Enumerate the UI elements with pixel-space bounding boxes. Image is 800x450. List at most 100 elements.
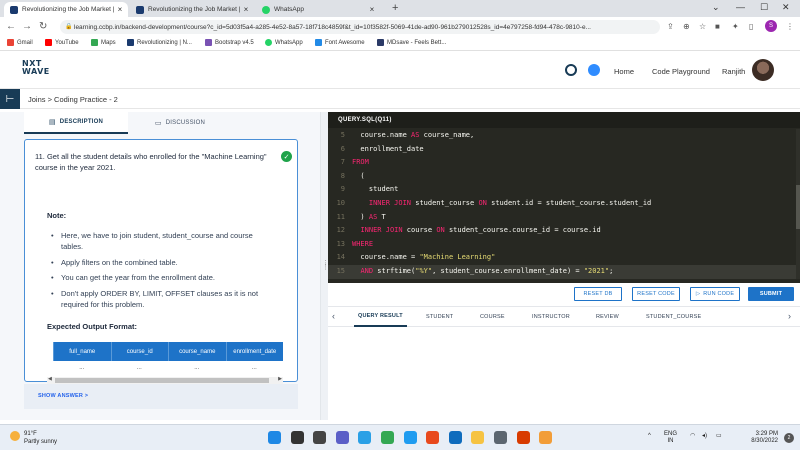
avatar[interactable] [752,59,774,81]
mail-icon[interactable] [448,431,462,444]
code-line[interactable]: 9 student [328,183,796,197]
reset-db-button[interactable]: RESET DB [574,287,622,301]
nav-code-playground[interactable]: Code Playground [652,67,710,76]
bookmark-revolutionizing[interactable]: Revolutionizing | N... [127,39,192,46]
code-text[interactable]: INNER JOIN course ON student_course.cour… [352,224,600,238]
minimize-icon[interactable]: — [736,2,745,12]
editor-scrollbar[interactable] [796,129,800,279]
zoom-icon[interactable]: ⊕ [683,22,690,31]
notification-badge[interactable]: 2 [784,433,794,443]
editor-file-tab[interactable]: QUERY.SQL(Q11) [328,112,800,128]
battery-icon[interactable]: ▭ [716,433,722,440]
code-line[interactable]: 8 ( [328,170,796,184]
bookmark-mdsave[interactable]: MDsave - Feels Bett... [377,39,446,46]
tab-description[interactable]: ▤ DESCRIPTION [24,112,128,134]
browser-tab-1[interactable]: Revolutionizing the Job Market | NxtWave… [4,2,128,17]
reload-icon[interactable]: ↻ [39,21,47,32]
bookmark-whatsapp[interactable]: WhatsApp [265,39,303,46]
volume-icon[interactable]: ◂) [702,433,707,440]
timer-icon[interactable] [565,64,577,76]
run-code-button[interactable]: ▷ RUN CODE [690,287,740,301]
code-text[interactable]: student [352,183,399,197]
tab-search-icon[interactable]: ⌄ [712,2,720,13]
window-close-icon[interactable]: ✕ [782,2,790,13]
edge-icon[interactable] [358,431,372,444]
forward-icon[interactable]: → [22,21,32,32]
chevron-left-icon[interactable]: ‹ [332,311,335,321]
submit-button[interactable]: SUBMIT [748,287,794,301]
code-text[interactable]: INNER JOIN student_course ON student.id … [352,197,651,211]
code-text[interactable]: enrollment_date [352,143,423,157]
bookmark-bootstrap[interactable]: Bootstrap v4.5 [205,39,254,46]
browser-tab-2[interactable]: Revolutionizing the Job Market | NxtWave… [130,2,254,17]
code-line[interactable]: 12 INNER JOIN course ON student_course.c… [328,224,796,238]
tab-query-result[interactable]: QUERY RESULT [354,307,407,327]
code-text[interactable]: course.name = "Machine Learning" [352,251,495,265]
profile-avatar[interactable]: S [765,20,777,32]
tab-course[interactable]: COURSE [480,307,505,327]
code-text[interactable]: course.name AS course_name, [352,129,474,143]
windows-start-icon[interactable] [268,431,281,444]
bookmark-youtube[interactable]: YouTube [45,39,79,46]
scroll-right-icon[interactable]: ▶ [278,376,282,382]
office-icon[interactable] [426,431,440,444]
tab-instructor[interactable]: INSTRUCTOR [532,307,570,327]
browser-menu-icon[interactable]: ⋮ [786,22,794,31]
code-line[interactable]: 11 ) AS T [328,211,796,225]
maximize-icon[interactable]: ☐ [760,2,768,13]
bookmark-gmail[interactable]: Gmail [7,39,33,46]
reset-code-button[interactable]: RESET CODE [632,287,680,301]
vscode-icon[interactable] [403,431,417,444]
show-answer-button[interactable]: SHOW ANSWER > [24,384,298,409]
tab-review[interactable]: REVIEW [596,307,619,327]
url-input[interactable]: 🔒 learning.ccbp.in/backend-development/c… [60,20,660,34]
bookmark-maps[interactable]: Maps [91,39,116,46]
code-line[interactable]: 5 course.name AS course_name, [328,129,796,143]
tab-discussion[interactable]: ▭ DISCUSSION [128,112,232,134]
sidebar-toggle-icon[interactable]: ⊢ [0,89,20,109]
bookmark-star-icon[interactable]: ☆ [699,22,706,31]
code-line[interactable]: 6 enrollment_date [328,143,796,157]
code-line[interactable]: 7 FROM [328,156,796,170]
wifi-icon[interactable]: ◠ [690,433,695,440]
language-indicator[interactable]: ENG IN [664,431,677,445]
teams-icon[interactable] [335,431,349,444]
code-editor[interactable]: QUERY.SQL(Q11) 5 course.name AS course_n… [328,112,800,283]
close-tab-icon[interactable]: × [367,5,377,14]
nxtwave-logo[interactable]: NXT WAVE [22,60,50,76]
code-lines[interactable]: 5 course.name AS course_name, 6 enrollmen… [328,129,796,279]
chevron-right-icon[interactable]: › [788,311,791,321]
code-text[interactable]: ( [352,170,364,184]
bookmark-font-awesome[interactable]: Font Awesome [315,39,365,46]
chat-icon[interactable] [588,64,600,76]
chrome-icon[interactable] [381,431,394,444]
paint-icon[interactable] [539,431,553,444]
tray-chevron-icon[interactable]: ^ [648,433,651,440]
task-view-icon[interactable] [313,431,327,444]
scroll-left-icon[interactable]: ◀ [48,376,52,382]
user-name[interactable]: Ranjith [722,67,745,76]
extensions-puzzle-icon[interactable]: ✦ [732,22,739,31]
close-tab-icon[interactable]: × [241,5,251,14]
scrollbar-thumb[interactable] [796,185,800,229]
code-line[interactable]: 13 WHERE [328,238,796,252]
new-tab-button[interactable]: + [392,2,398,14]
office-alt-icon[interactable] [516,431,530,444]
file-explorer-icon[interactable] [471,431,485,444]
table-scrollbar[interactable]: ◀ ▶ [47,376,283,384]
code-line[interactable]: 10 INNER JOIN student_course ON student.… [328,197,796,211]
code-line[interactable]: 14 course.name = "Machine Learning" [328,251,796,265]
tab-student-course[interactable]: STUDENT_COURSE [646,307,701,327]
code-text[interactable]: ) AS T [352,211,385,225]
scrollbar-thumb[interactable] [55,378,269,383]
settings-icon[interactable] [494,431,507,444]
nav-home[interactable]: Home [614,67,634,76]
breadcrumb[interactable]: Joins > Coding Practice - 2 [28,95,118,104]
code-text[interactable]: WHERE [352,238,373,252]
sidebar-icon[interactable]: ▯ [749,22,753,31]
code-text[interactable]: FROM [352,156,369,170]
close-tab-icon[interactable]: × [115,5,125,14]
browser-tab-3[interactable]: WhatsApp × [256,2,380,17]
code-text[interactable]: AND strftime("%Y", student_course.enroll… [352,265,613,279]
extension-icon[interactable]: ■ [715,22,720,31]
